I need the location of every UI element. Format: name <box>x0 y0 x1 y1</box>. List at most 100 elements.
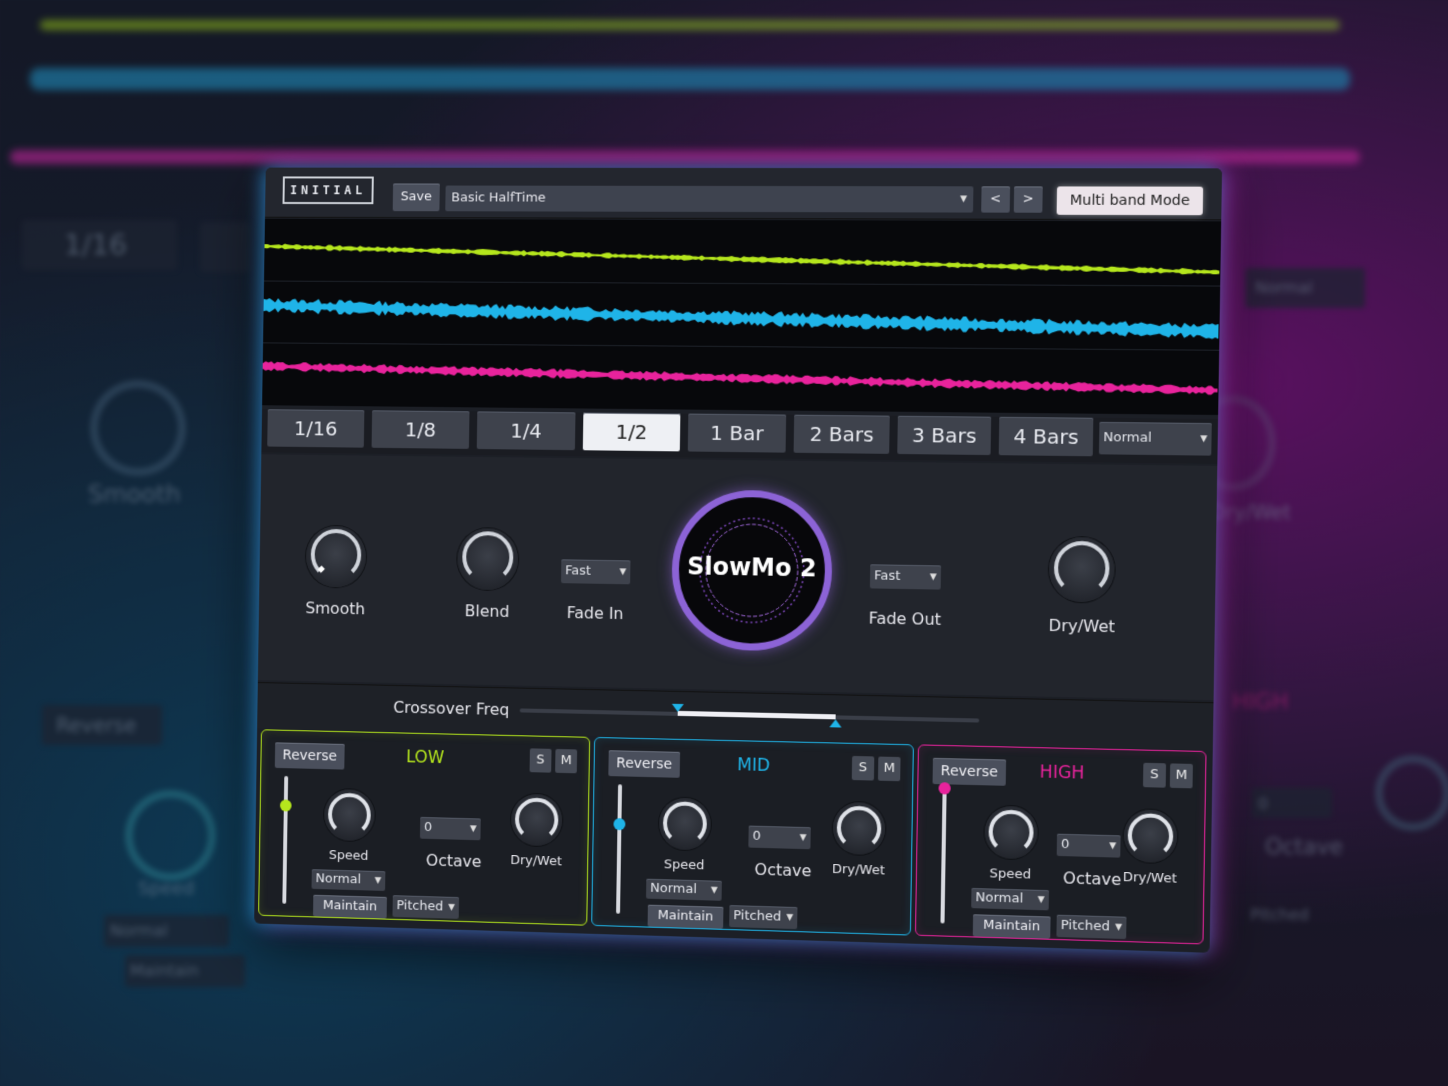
smooth-knob[interactable] <box>305 525 367 588</box>
background-normal-label: Normal <box>110 921 168 940</box>
reverse-button[interactable]: Reverse <box>608 750 681 778</box>
chevron-down-icon: ▼ <box>929 572 937 583</box>
mute-button[interactable]: M <box>877 756 901 782</box>
octave-label: Octave <box>425 850 482 872</box>
prev-preset-button[interactable]: < <box>981 186 1011 213</box>
band-volume-slider[interactable] <box>282 775 289 904</box>
band-dry-wet-knob[interactable] <box>1123 809 1178 864</box>
background-pitched-label: Pitched <box>1250 905 1309 924</box>
division-mode-select[interactable]: Normal ▼ <box>1098 421 1212 456</box>
background-high-label: HIGH <box>1232 690 1289 715</box>
pitch-mode-value: Pitched <box>396 898 444 915</box>
maintain-button[interactable]: Maintain <box>647 904 724 929</box>
crossover-low-handle[interactable] <box>671 703 684 713</box>
solo-button[interactable]: S <box>529 748 552 773</box>
background-maintain-label: Maintain <box>130 961 199 980</box>
band-dry-wet-knob[interactable] <box>510 793 563 847</box>
chevron-left-icon: < <box>989 191 1002 207</box>
chevron-down-icon: ▼ <box>1200 434 1208 445</box>
dry-wet-knob[interactable] <box>1048 536 1116 603</box>
reverse-button[interactable]: Reverse <box>274 742 345 770</box>
chevron-down-icon: ▼ <box>1109 841 1117 852</box>
waveform-high <box>262 361 1218 395</box>
solo-button[interactable]: S <box>851 755 875 781</box>
band-panel-high: Reverse HIGH S M Speed Normal ▼ Maintain 0 ▼ Octav… <box>914 744 1207 945</box>
plugin-window: INITIAL Save Basic HalfTime ▼ < > Multi … <box>254 167 1223 953</box>
band-dry-wet-label: Dry/Wet <box>831 861 886 879</box>
pitch-mode-select[interactable]: Pitched ▼ <box>392 895 460 919</box>
chevron-down-icon: ▼ <box>619 567 627 578</box>
blend-knob[interactable] <box>456 527 519 591</box>
band-volume-slider[interactable] <box>940 792 947 924</box>
octave-select[interactable]: 0 ▼ <box>419 816 481 841</box>
knob-arc-icon <box>984 806 1038 860</box>
knob-arc-icon <box>1123 809 1177 863</box>
speed-mode-select[interactable]: Normal ▼ <box>971 887 1049 911</box>
division-button[interactable]: 4 Bars <box>998 416 1094 457</box>
solo-button[interactable]: S <box>1142 762 1167 788</box>
background-division-label: 1/16 <box>64 228 127 261</box>
speed-knob[interactable] <box>984 805 1039 860</box>
speed-mode-select[interactable]: Normal ▼ <box>646 878 722 901</box>
mute-button[interactable]: M <box>1169 763 1193 789</box>
crossover-label: Crossover Freq <box>393 697 510 720</box>
background-octave-value: 0 <box>1258 794 1269 813</box>
band-volume-handle[interactable] <box>279 799 292 812</box>
octave-select[interactable]: 0 ▼ <box>748 825 811 850</box>
band-title: MID <box>737 755 771 777</box>
crossover-high-handle[interactable] <box>829 719 842 728</box>
pitch-mode-select[interactable]: Pitched ▼ <box>729 905 798 930</box>
multi-band-mode-button[interactable]: Multi band Mode <box>1056 186 1204 216</box>
pitch-mode-value: Pitched <box>733 908 782 925</box>
maintain-button[interactable]: Maintain <box>972 914 1051 939</box>
pitch-mode-value: Pitched <box>1060 917 1110 935</box>
chevron-down-icon: ▼ <box>799 832 807 844</box>
chevron-down-icon: ▼ <box>960 194 968 205</box>
smooth-label: Smooth <box>305 598 366 619</box>
knob-arc-icon <box>832 802 885 856</box>
division-button[interactable]: 1/4 <box>476 411 576 451</box>
octave-select[interactable]: 0 ▼ <box>1056 833 1121 858</box>
band-volume-handle[interactable] <box>613 818 626 831</box>
pitch-mode-select[interactable]: Pitched ▼ <box>1056 914 1127 940</box>
background-speed-label: Speed <box>138 878 195 899</box>
band-title: HIGH <box>1039 762 1085 784</box>
fade-in-value: Fast <box>565 563 592 579</box>
band-volume-slider[interactable] <box>616 784 623 914</box>
background-drywet-knob <box>1375 755 1448 831</box>
next-preset-button[interactable]: > <box>1013 186 1043 213</box>
background-speed-knob <box>125 790 216 881</box>
division-button[interactable]: 3 Bars <box>897 415 992 456</box>
knob-arc-icon <box>306 526 367 588</box>
speed-knob[interactable] <box>658 797 712 851</box>
division-button[interactable]: 1/2 <box>582 412 681 452</box>
speed-knob[interactable] <box>323 788 375 842</box>
blend-label: Blend <box>464 601 510 621</box>
maintain-button[interactable]: Maintain <box>313 894 387 919</box>
background-knob <box>90 380 186 476</box>
chevron-right-icon: > <box>1022 191 1034 207</box>
speed-label: Speed <box>989 866 1032 883</box>
fade-out-select[interactable]: Fast ▼ <box>869 564 942 590</box>
division-button[interactable]: 1/8 <box>371 410 470 449</box>
octave-label: Octave <box>754 859 812 881</box>
division-button[interactable]: 2 Bars <box>793 414 890 454</box>
knob-arc-icon <box>1048 537 1115 603</box>
fade-in-select[interactable]: Fast ▼ <box>561 559 631 585</box>
background-reverse-label: Reverse <box>56 713 137 737</box>
speed-mode-select[interactable]: Normal ▼ <box>311 869 386 891</box>
fade-out-value: Fast <box>874 568 901 584</box>
division-button[interactable]: 1/16 <box>267 409 365 448</box>
fade-out-label: Fade Out <box>868 608 942 629</box>
product-name: SlowMo 2 <box>686 552 817 583</box>
background-wave-blue <box>30 68 1350 90</box>
band-dry-wet-knob[interactable] <box>832 801 886 856</box>
preset-select[interactable]: Basic HalfTime ▼ <box>445 185 974 213</box>
division-button[interactable]: 1 Bar <box>687 413 787 453</box>
speed-label: Speed <box>328 847 369 864</box>
band-volume-handle[interactable] <box>938 782 951 795</box>
save-button[interactable]: Save <box>392 183 440 212</box>
mute-button[interactable]: M <box>555 748 578 774</box>
knob-arc-icon <box>511 794 563 847</box>
preset-name: Basic HalfTime <box>451 190 546 206</box>
